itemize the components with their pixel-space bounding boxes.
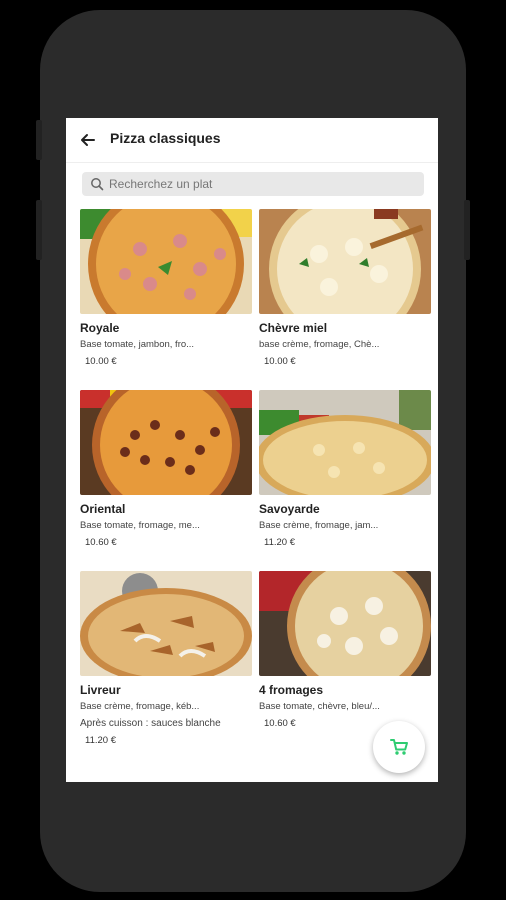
item-extra-note: Après cuisson : sauces blanche [80,718,221,729]
menu-item-card[interactable]: Chèvre miel base crème, fromage, Chè... … [259,209,431,367]
item-description: Base tomate, chèvre, bleu/... [259,701,380,712]
item-price: 10.00 € [85,356,117,367]
item-name: Livreur [80,683,121,697]
item-description: base crème, fromage, Chè... [259,339,380,350]
item-price: 10.60 € [85,537,117,548]
search-icon [90,177,104,191]
menu-item-card[interactable]: Savoyarde Base crème, fromage, jam... 11… [259,390,431,548]
pizza-image [259,571,431,676]
back-arrow-icon[interactable] [78,130,98,150]
item-description: Base crème, fromage, kéb... [80,701,200,712]
item-name: Chèvre miel [259,321,328,335]
cart-icon [390,739,408,755]
app-bar: Pizza classiques [66,118,438,163]
item-name: Savoyarde [259,502,320,516]
item-name: Oriental [80,502,126,516]
phone-side-button-right [464,200,470,260]
item-description: Base tomate, jambon, fro... [80,339,195,350]
item-price: 11.20 € [85,735,116,746]
pizza-image [80,390,252,495]
page-title: Pizza classiques [110,130,221,146]
menu-item-card[interactable]: 4 fromages Base tomate, chèvre, bleu/...… [259,571,431,729]
pizza-image [259,390,431,495]
menu-item-card[interactable]: Oriental Base tomate, fromage, me... 10.… [80,390,252,548]
pizza-image [80,209,252,314]
search-bar[interactable]: Recherchez un plat [82,172,424,196]
cart-button[interactable] [373,721,425,773]
pizza-image [80,571,252,676]
item-name: Royale [80,321,120,335]
item-price: 10.00 € [264,356,296,367]
search-placeholder: Recherchez un plat [109,177,213,191]
item-price: 11.20 € [264,537,295,548]
pizza-image [259,209,431,314]
item-description: Base crème, fromage, jam... [259,520,379,531]
menu-item-card[interactable]: Royale Base tomate, jambon, fro... 10.00… [80,209,252,367]
item-description: Base tomate, fromage, me... [80,520,200,531]
item-name: 4 fromages [259,683,324,697]
app-screen: Pizza classiques Recherchez un plat Roya… [66,118,438,782]
phone-side-button-left-2 [36,200,42,260]
phone-side-button-left [36,120,42,160]
menu-item-card[interactable]: Livreur Base crème, fromage, kéb... Aprè… [80,571,252,746]
